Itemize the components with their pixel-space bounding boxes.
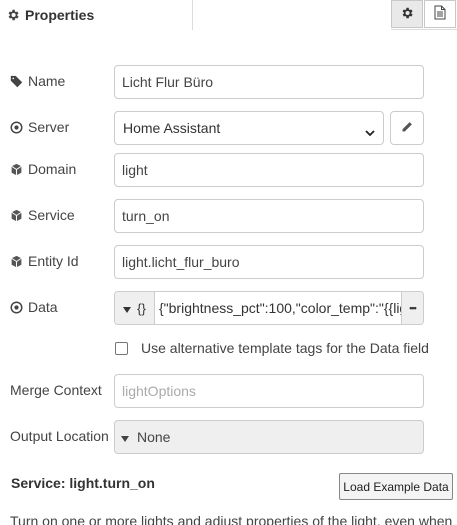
data-type-selector[interactable]: {} (115, 292, 155, 324)
service-input[interactable]: turn_on (114, 199, 424, 233)
merge-context-label: Merge Context (10, 382, 102, 398)
output-location-select[interactable]: None (114, 420, 424, 454)
caret-down-icon (121, 429, 129, 445)
service-title: Service: light.turn_on (11, 475, 155, 491)
merge-context-input[interactable]: lightOptions (114, 374, 424, 408)
domain-label: Domain (10, 159, 76, 179)
tab-properties-label: Properties (25, 7, 95, 23)
target-icon (10, 120, 23, 134)
target-icon (10, 300, 23, 314)
entity-id-input[interactable]: light.licht_flur_buro (114, 245, 424, 279)
cube-icon (11, 163, 22, 175)
tab-bar-spacer (193, 0, 391, 30)
alt-template-option[interactable]: Use alternative template tags for the Da… (115, 338, 429, 358)
cube-icon (11, 255, 22, 267)
server-select[interactable]: Home Assistant (114, 111, 384, 145)
caret-down-icon (123, 301, 132, 316)
domain-input[interactable]: light (114, 153, 424, 187)
pencil-icon (401, 120, 413, 136)
data-value[interactable]: {"brightness_pct":100,"color_temp":"{{li… (159, 292, 401, 324)
data-typed-input[interactable]: {} {"brightness_pct":100,"color_temp":"{… (114, 291, 424, 325)
expand-editor-button[interactable]: ••• (401, 292, 423, 324)
chevron-down-icon (365, 124, 375, 140)
editor-header: Properties (0, 0, 457, 30)
name-input[interactable]: Licht Flur Büro (114, 65, 424, 99)
tab-properties[interactable]: Properties (0, 0, 193, 30)
tag-icon (10, 75, 23, 87)
cube-icon (11, 209, 22, 221)
settings-button[interactable] (391, 0, 423, 28)
data-label: Data (10, 297, 58, 317)
alt-template-checkbox[interactable] (115, 341, 128, 355)
document-icon (434, 5, 446, 23)
service-label: Service (10, 205, 75, 225)
server-label: Server (10, 117, 69, 137)
edit-server-button[interactable] (390, 111, 424, 145)
gear-icon (6, 8, 20, 22)
name-label: Name (10, 71, 65, 91)
output-location-label: Output Location (10, 428, 109, 444)
gear-icon (400, 6, 414, 23)
alt-template-label: Use alternative template tags for the Da… (141, 340, 429, 356)
entity-id-label: Entity Id (10, 251, 79, 271)
service-description: Turn on one or more lights and adjust pr… (10, 513, 453, 525)
description-button[interactable] (424, 0, 456, 28)
load-example-data-button[interactable]: Load Example Data (339, 473, 453, 500)
